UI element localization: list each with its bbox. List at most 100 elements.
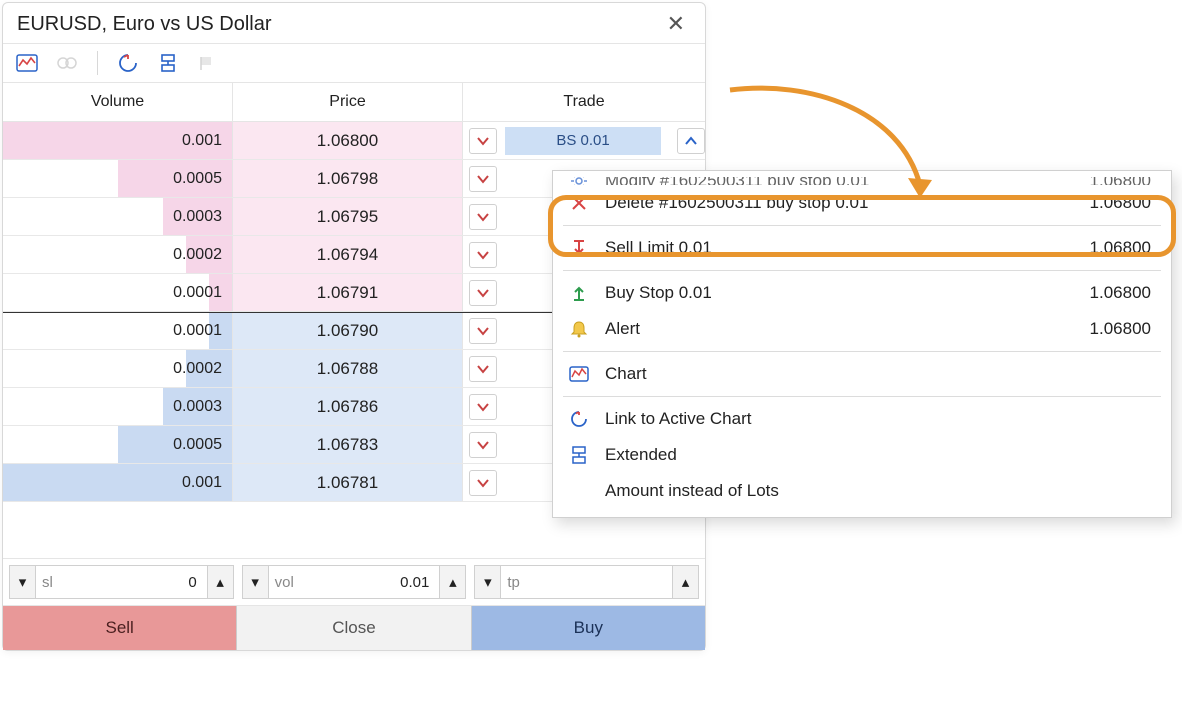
close-button[interactable]: Close xyxy=(237,606,471,650)
buy-button[interactable]: Buy xyxy=(472,606,705,650)
header-price[interactable]: Price xyxy=(233,83,463,121)
chart-icon xyxy=(567,366,591,382)
expand-trade-icon[interactable] xyxy=(469,166,497,192)
price-cell: 1.06781 xyxy=(233,464,463,501)
vol-value[interactable]: 0.01 xyxy=(303,574,440,591)
menu-extended[interactable]: Extended xyxy=(553,437,1171,473)
menu-amount-instead-lots[interactable]: Amount instead of Lots xyxy=(553,473,1171,509)
action-row: Sell Close Buy xyxy=(3,605,705,650)
tp-up-icon[interactable]: ▴ xyxy=(672,566,698,598)
menu-separator xyxy=(563,225,1161,226)
volume-value: 0.0001 xyxy=(173,274,222,311)
trade-badge[interactable]: BS 0.01 xyxy=(505,127,661,155)
price-cell: 1.06790 xyxy=(233,313,463,349)
expand-trade-icon[interactable] xyxy=(469,280,497,306)
menu-alert[interactable]: Alert 1.06800 xyxy=(553,311,1171,347)
sell-button[interactable]: Sell xyxy=(3,606,237,650)
menu-separator xyxy=(563,396,1161,397)
menu-modify-label: Modify #1602500311 buy stop 0.01 xyxy=(605,177,869,185)
sl-up-icon[interactable]: ▴ xyxy=(207,566,233,598)
dom-row[interactable]: 0.0011.06800BS 0.01 xyxy=(3,122,705,160)
menu-delete-price: 1.06800 xyxy=(1090,193,1151,213)
menu-delete-label: Delete #1602500311 buy stop 0.01 xyxy=(605,193,868,213)
gear-icon xyxy=(567,177,591,185)
link-chart-icon[interactable] xyxy=(114,50,142,76)
expand-trade-icon[interactable] xyxy=(469,470,497,496)
menu-sell-limit-price: 1.06800 xyxy=(1090,238,1151,258)
context-menu: Modify #1602500311 buy stop 0.01 1.06800… xyxy=(552,170,1172,518)
menu-chart-label: Chart xyxy=(605,364,647,384)
header-volume[interactable]: Volume xyxy=(3,83,233,121)
volume-value: 0.001 xyxy=(182,122,222,159)
titlebar: EURUSD, Euro vs US Dollar ✕ xyxy=(3,3,705,43)
price-cell: 1.06786 xyxy=(233,388,463,425)
sl-value[interactable]: 0 xyxy=(70,574,207,591)
expand-trade-icon[interactable] xyxy=(469,394,497,420)
menu-sell-limit[interactable]: Sell Limit 0.01 1.06800 xyxy=(553,230,1171,266)
sell-limit-icon xyxy=(567,239,591,257)
menu-extended-label: Extended xyxy=(605,445,677,465)
menu-buy-stop-price: 1.06800 xyxy=(1090,283,1151,303)
menu-alert-label: Alert xyxy=(605,319,640,339)
price-cell: 1.06791 xyxy=(233,274,463,311)
delete-icon xyxy=(567,195,591,211)
volume-cell: 0.0001 xyxy=(3,313,233,349)
volume-cell: 0.0003 xyxy=(3,198,233,235)
expand-trade-icon[interactable] xyxy=(469,242,497,268)
menu-separator xyxy=(563,351,1161,352)
menu-buy-stop[interactable]: Buy Stop 0.01 1.06800 xyxy=(553,275,1171,311)
volume-value: 0.0003 xyxy=(173,388,222,425)
history-icon[interactable] xyxy=(53,50,81,76)
menu-link-label: Link to Active Chart xyxy=(605,409,751,429)
column-headers: Volume Price Trade xyxy=(3,83,705,122)
volume-cell: 0.001 xyxy=(3,464,233,501)
vol-stepper[interactable]: ▾ vol 0.01 ▴ xyxy=(242,565,467,599)
trade-up-icon[interactable] xyxy=(677,128,705,154)
volume-cell: 0.001 xyxy=(3,122,233,159)
volume-cell: 0.0002 xyxy=(3,350,233,387)
vol-up-icon[interactable]: ▴ xyxy=(439,566,465,598)
window-title: EURUSD, Euro vs US Dollar xyxy=(17,13,272,36)
menu-buy-stop-label: Buy Stop 0.01 xyxy=(605,283,712,303)
menu-chart[interactable]: Chart xyxy=(553,356,1171,392)
sl-stepper[interactable]: ▾ sl 0 ▴ xyxy=(9,565,234,599)
menu-link-active-chart[interactable]: Link to Active Chart xyxy=(553,401,1171,437)
price-cell: 1.06794 xyxy=(233,236,463,273)
expand-trade-icon[interactable] xyxy=(469,128,497,154)
volume-cell: 0.0005 xyxy=(3,426,233,463)
menu-alert-price: 1.06800 xyxy=(1090,319,1151,339)
chart-icon[interactable] xyxy=(13,50,41,76)
volume-value: 0.0005 xyxy=(173,160,222,197)
volume-cell: 0.0002 xyxy=(3,236,233,273)
expand-trade-icon[interactable] xyxy=(469,356,497,382)
header-trade[interactable]: Trade xyxy=(463,83,705,121)
price-cell: 1.06783 xyxy=(233,426,463,463)
price-cell: 1.06798 xyxy=(233,160,463,197)
bell-icon xyxy=(567,320,591,338)
tp-label: tp xyxy=(501,574,535,591)
sl-down-icon[interactable]: ▾ xyxy=(10,566,36,598)
extended-icon xyxy=(567,446,591,464)
volume-cell: 0.0001 xyxy=(3,274,233,311)
price-cell: 1.06788 xyxy=(233,350,463,387)
tp-down-icon[interactable]: ▾ xyxy=(475,566,501,598)
volume-value: 0.0001 xyxy=(173,313,222,349)
volume-value: 0.0002 xyxy=(173,236,222,273)
flag-icon[interactable] xyxy=(194,50,222,76)
expand-trade-icon[interactable] xyxy=(469,318,497,344)
close-icon[interactable]: ✕ xyxy=(661,11,691,37)
volume-value: 0.001 xyxy=(182,464,222,501)
buy-stop-icon xyxy=(567,284,591,302)
expand-trade-icon[interactable] xyxy=(469,204,497,230)
vol-down-icon[interactable]: ▾ xyxy=(243,566,269,598)
link-chart-icon xyxy=(567,410,591,428)
extended-icon[interactable] xyxy=(154,50,182,76)
tp-stepper[interactable]: ▾ tp ▴ xyxy=(474,565,699,599)
menu-amount-label: Amount instead of Lots xyxy=(605,481,779,501)
volume-value: 0.0002 xyxy=(173,350,222,387)
expand-trade-icon[interactable] xyxy=(469,432,497,458)
menu-modify-order[interactable]: Modify #1602500311 buy stop 0.01 1.06800 xyxy=(553,177,1171,185)
menu-delete-order[interactable]: Delete #1602500311 buy stop 0.01 1.06800 xyxy=(553,185,1171,221)
sl-label: sl xyxy=(36,574,70,591)
menu-separator xyxy=(563,270,1161,271)
